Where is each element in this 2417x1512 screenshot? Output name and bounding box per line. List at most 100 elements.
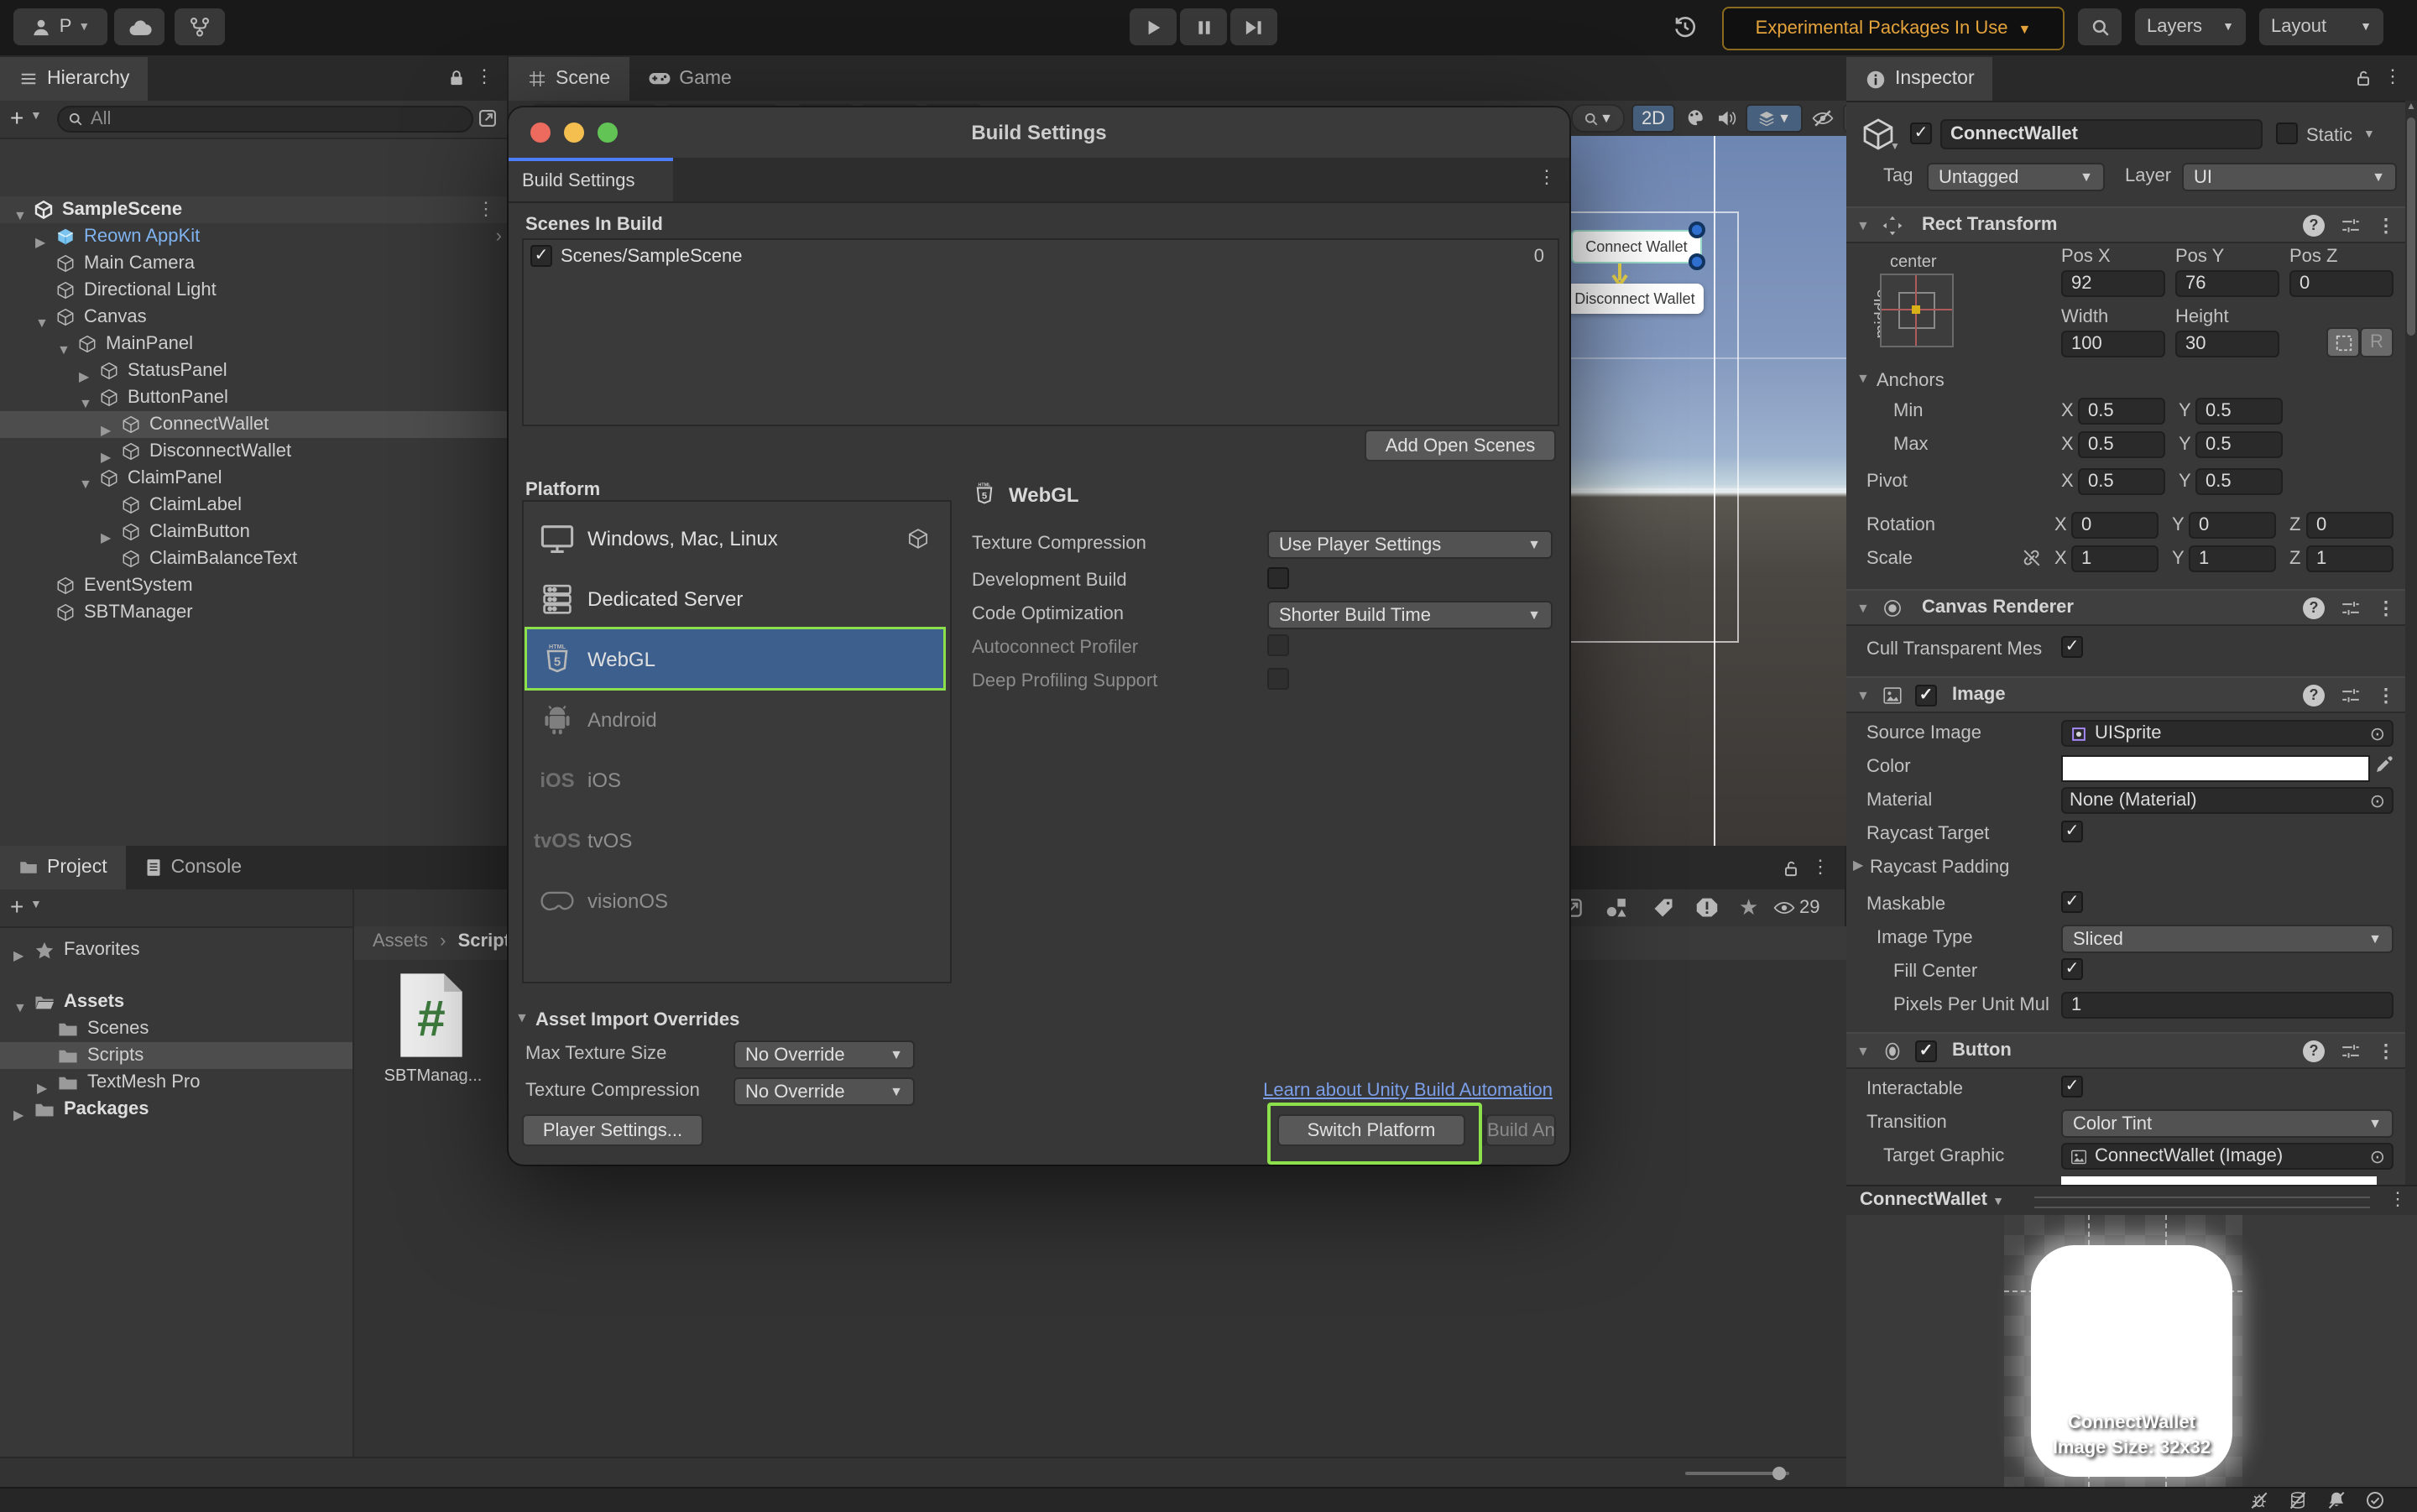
platform-webgl[interactable]: HTML5WebGL <box>527 629 943 688</box>
rect-transform-header[interactable]: ▼ Rect Transform ? ⋮ <box>1846 206 2405 243</box>
interactable-checkbox[interactable]: ✓ <box>2061 1076 2083 1098</box>
preview-caret-icon[interactable]: ▼ <box>1992 1197 2004 1208</box>
raycast-padding-foldout-icon[interactable]: ▶ <box>1853 858 1870 873</box>
hierarchy-item-buttonpanel[interactable]: ▼ButtonPanel <box>0 384 507 411</box>
tab-inspector[interactable]: Inspector <box>1846 57 1993 101</box>
scale-link-icon[interactable] <box>2021 547 2043 569</box>
hierarchy-item-disconnectwallet[interactable]: ▶DisconnectWallet <box>0 438 507 465</box>
hierarchy-item-connectwallet[interactable]: ▶ConnectWallet <box>0 411 507 438</box>
component-menu-icon[interactable]: ⋮ <box>2377 214 2395 236</box>
color-swatch[interactable] <box>2061 755 2370 782</box>
help-icon[interactable]: ? <box>2303 597 2325 618</box>
filter-label-icon[interactable] <box>1652 896 1675 920</box>
create-button[interactable]: + <box>10 104 23 131</box>
hierarchy-item-canvas[interactable]: ▼Canvas <box>0 304 507 331</box>
cache-disabled-icon[interactable] <box>2288 1490 2308 1510</box>
hierarchy-item-statuspanel[interactable]: ▶StatusPanel <box>0 357 507 384</box>
player-settings-button[interactable]: Player Settings... <box>522 1114 703 1146</box>
unlock-icon[interactable] <box>1781 858 1801 879</box>
project-create-button[interactable]: + <box>10 893 23 920</box>
eyedropper-icon[interactable] <box>2373 753 2395 775</box>
thumbnail-zoom-slider[interactable] <box>1685 1472 1789 1475</box>
material-field[interactable]: None (Material) ⊙ <box>2061 787 2394 814</box>
object-picker-icon[interactable]: ⊙ <box>2370 1145 2385 1167</box>
hierarchy-item-claimpanel[interactable]: ▼ClaimPanel <box>0 465 507 492</box>
image-type-dropdown[interactable]: Sliced▼ <box>2061 925 2394 953</box>
blueprint-mode-button[interactable] <box>2326 327 2360 357</box>
favorites-star-icon[interactable]: ★ <box>1739 894 1758 921</box>
foldout-open-icon[interactable]: ▼ <box>1856 1043 1873 1058</box>
component-menu-icon[interactable]: ⋮ <box>2377 684 2395 706</box>
tab-scene[interactable]: Scene <box>509 57 629 101</box>
effects-dropdown[interactable]: ▼ <box>1746 104 1803 133</box>
project-item-textmesh-pro[interactable]: ▶TextMesh Pro <box>0 1069 352 1096</box>
platform-ios[interactable]: iOSiOS <box>527 750 943 809</box>
width-field[interactable]: 100 <box>2061 331 2165 357</box>
pos-z-field[interactable]: 0 <box>2289 270 2394 297</box>
layer-dropdown[interactable]: UI▼ <box>2182 163 2397 191</box>
deep-profiling-checkbox[interactable] <box>1267 668 1289 690</box>
scene-list-row[interactable]: ✓ Scenes/SampleScene 0 <box>524 240 1558 274</box>
tab-game[interactable]: Game <box>629 57 750 101</box>
notifications-disabled-icon[interactable] <box>2326 1490 2347 1510</box>
selection-handle[interactable] <box>1689 253 1705 270</box>
platform-android[interactable]: Android <box>527 690 943 748</box>
project-item-scenes[interactable]: Scenes <box>0 1015 352 1042</box>
object-picker-icon[interactable]: ⊙ <box>2370 722 2385 744</box>
pivot-y-field[interactable]: 0.5 <box>2195 468 2283 495</box>
project-item-scripts[interactable]: Scripts <box>0 1042 352 1069</box>
override-texture-compression-dropdown[interactable]: No Override▼ <box>733 1077 915 1106</box>
canvas-renderer-header[interactable]: ▼ Canvas Renderer ? ⋮ <box>1846 589 2405 626</box>
inspector-unlock-icon[interactable] <box>2353 67 2373 89</box>
hierarchy-item-samplescene[interactable]: ▼SampleScene⋮ <box>0 196 507 223</box>
scene-enabled-checkbox[interactable]: ✓ <box>530 245 552 267</box>
scene-search-pill[interactable]: ▼ <box>1571 104 1625 133</box>
hierarchy-item-reown-appkit[interactable]: ▶Reown AppKit› <box>0 223 507 250</box>
foldout-closed-icon[interactable]: ▶ <box>13 943 30 970</box>
2d-toggle[interactable]: 2D <box>1631 104 1675 133</box>
play-button[interactable] <box>1130 8 1177 45</box>
lock-icon[interactable] <box>446 67 467 89</box>
pivot-x-field[interactable]: 0.5 <box>2078 468 2165 495</box>
foldout-open-icon[interactable]: ▼ <box>1856 687 1873 702</box>
anchor-min-x-field[interactable]: 0.5 <box>2078 398 2165 425</box>
image-header[interactable]: ▼ ✓ Image ? ⋮ <box>1846 676 2405 713</box>
help-icon[interactable]: ? <box>2303 684 2325 706</box>
hierarchy-search-box[interactable]: All <box>57 106 473 133</box>
build-automation-link[interactable]: Learn about Unity Build Automation <box>1263 1081 1553 1101</box>
button-enabled-checkbox[interactable]: ✓ <box>1915 1040 1937 1061</box>
component-menu-icon[interactable]: ⋮ <box>2377 1040 2395 1061</box>
scene-connect-wallet-button[interactable]: Connect Wallet <box>1571 230 1702 263</box>
project-item-packages[interactable]: ▶Packages <box>0 1096 352 1123</box>
filter-type-icon[interactable] <box>1605 896 1628 920</box>
autoconnect-profiler-checkbox[interactable] <box>1267 634 1289 656</box>
experimental-packages-dropdown[interactable]: Experimental Packages In Use ▼ <box>1722 7 2065 50</box>
step-button[interactable] <box>1230 8 1277 45</box>
hierarchy-item-sbtmanager[interactable]: SBTManager <box>0 599 507 626</box>
raycast-target-checkbox[interactable]: ✓ <box>2061 821 2083 842</box>
status-ok-icon[interactable] <box>2365 1490 2385 1510</box>
cloud-button[interactable] <box>114 8 164 45</box>
dialog-menu-icon[interactable]: ⋮ <box>1537 166 1556 188</box>
image-enabled-checkbox[interactable]: ✓ <box>1915 684 1937 706</box>
scrollbar-thumb[interactable] <box>2407 117 2415 336</box>
prefab-chevron-icon[interactable]: › <box>496 223 502 250</box>
help-icon[interactable]: ? <box>2303 1040 2325 1061</box>
component-menu-icon[interactable]: ⋮ <box>2377 597 2395 618</box>
transition-dropdown[interactable]: Color Tint▼ <box>2061 1109 2394 1138</box>
preset-icon[interactable] <box>2340 684 2362 706</box>
hierarchy-item-eventsystem[interactable]: EventSystem <box>0 572 507 599</box>
hierarchy-item-claimlabel[interactable]: ClaimLabel <box>0 492 507 519</box>
layout-dropdown[interactable]: Layout▼ <box>2259 8 2383 45</box>
undo-history-icon[interactable] <box>1672 13 1699 40</box>
create-caret-icon[interactable]: ▼ <box>30 111 42 123</box>
hierarchy-item-claimbutton[interactable]: ▶ClaimButton <box>0 519 507 545</box>
raw-edit-button[interactable]: R <box>2360 327 2394 357</box>
scenes-list[interactable]: ✓ Scenes/SampleScene 0 <box>522 238 1559 426</box>
selection-handle[interactable] <box>1689 222 1705 238</box>
preset-icon[interactable] <box>2340 597 2362 618</box>
filter-alert-icon[interactable] <box>1695 896 1719 920</box>
hierarchy-item-claimbalancetext[interactable]: ClaimBalanceText <box>0 545 507 572</box>
development-build-checkbox[interactable] <box>1267 567 1289 589</box>
tab-hierarchy[interactable]: Hierarchy <box>0 57 148 101</box>
